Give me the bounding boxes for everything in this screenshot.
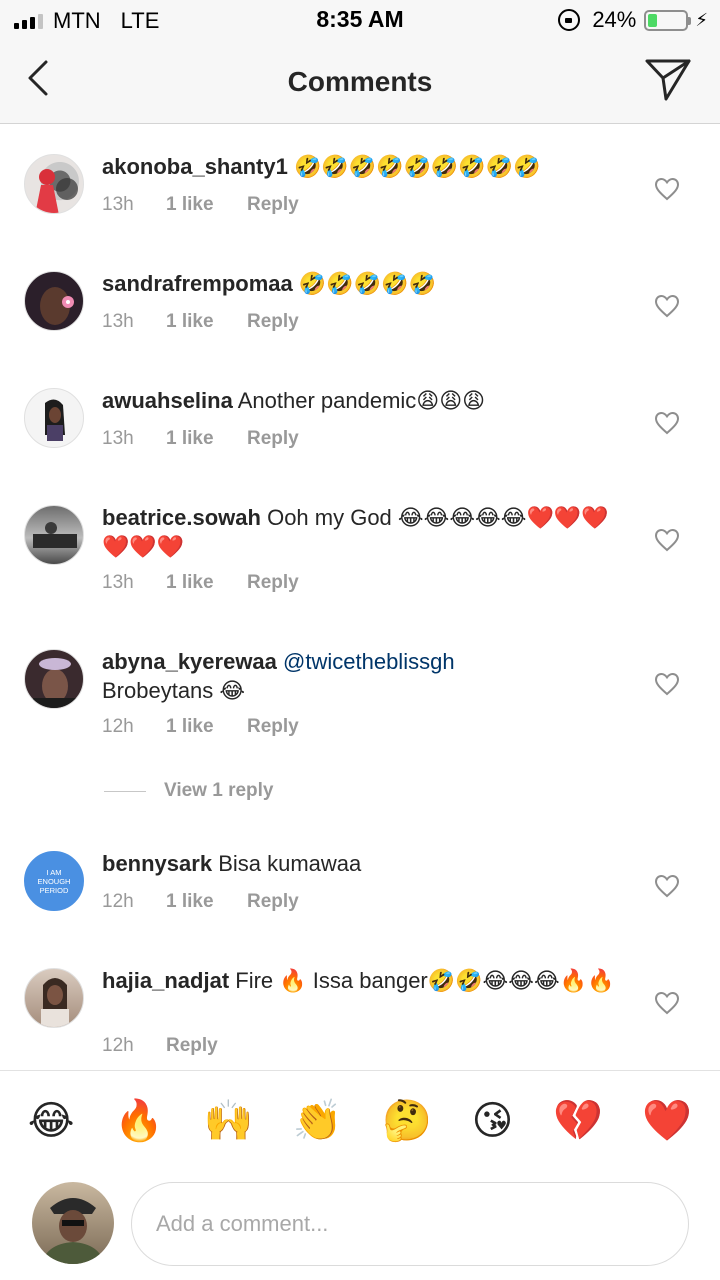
comment-time: 13h xyxy=(102,428,134,449)
comment-mention[interactable]: @twicetheblissgh xyxy=(283,649,455,674)
reply-button[interactable]: Reply xyxy=(247,572,299,594)
comment-content: Bisa kumawaa xyxy=(218,851,362,876)
comment-text: abyna_kyerewaa @twicetheblissgh Brobeytan… xyxy=(102,647,622,705)
comment-likes[interactable]: 1 like xyxy=(166,194,247,216)
heart-icon[interactable] xyxy=(654,991,680,1015)
nav-bar: Comments xyxy=(0,40,720,124)
comment-content: Another pandemic😩😩😩 xyxy=(237,388,486,413)
comment-likes[interactable]: 1 like xyxy=(166,572,247,594)
reply-button[interactable]: Reply xyxy=(166,1035,218,1057)
comment-meta: 13h 1 like Reply xyxy=(102,194,299,216)
avatar-photo xyxy=(41,978,69,1027)
comment-username[interactable]: beatrice.sowah xyxy=(102,505,261,530)
comment-meta: 12h Reply xyxy=(102,1035,218,1057)
comment-text: hajia_nadjat Fire 🔥 Issa banger🤣🤣😂😂😂🔥🔥 xyxy=(102,966,622,995)
comment-time: 13h xyxy=(102,311,134,332)
page-title: Comments xyxy=(287,66,433,97)
status-bar: MTN LTE 8:35 AM 24% ⚡ xyxy=(0,0,720,40)
comment-meta: 12h 1 like Reply xyxy=(102,891,299,913)
comment-text: akonoba_shanty1 🤣🤣🤣🤣🤣🤣🤣🤣🤣 xyxy=(102,152,622,181)
avatar-photo xyxy=(35,169,78,213)
comment-text: bennysark Bisa kumawaa xyxy=(102,849,622,878)
comment-username[interactable]: sandrafrempomaa xyxy=(102,271,293,296)
reply-button[interactable]: Reply xyxy=(247,194,299,216)
replies-divider xyxy=(104,790,146,792)
comment-text: sandrafrempomaa 🤣🤣🤣🤣🤣 xyxy=(102,269,622,298)
battery-icon xyxy=(644,9,692,31)
heart-icon[interactable] xyxy=(654,294,680,318)
emoji-thinking-face-icon[interactable]: 🤔 xyxy=(382,1096,432,1146)
comment-content: Fire 🔥 Issa banger🤣🤣😂😂😂🔥🔥 xyxy=(235,968,615,993)
avatar-text: I AM ENOUGH PERIOD xyxy=(37,867,71,895)
comment-username[interactable]: hajia_nadjat xyxy=(102,968,229,993)
comment-time: 12h xyxy=(102,1035,134,1056)
reply-button[interactable]: Reply xyxy=(247,311,299,333)
comment-time: 12h xyxy=(102,716,134,737)
battery-percentage: 24% xyxy=(592,7,637,32)
heart-icon[interactable] xyxy=(654,874,680,898)
current-user-avatar xyxy=(32,1182,114,1264)
comment-username[interactable]: awuahselina xyxy=(102,388,233,413)
avatar-photo xyxy=(45,399,65,441)
emoji-fire-icon[interactable]: 🔥 xyxy=(114,1096,164,1146)
comment-username[interactable]: akonoba_shanty1 xyxy=(102,154,288,179)
comment-meta: 12h 1 like Reply xyxy=(102,716,299,738)
comment-time: 13h xyxy=(102,572,134,593)
emoji-clapping-hands-icon[interactable]: 👏 xyxy=(293,1096,343,1146)
reply-button[interactable]: Reply xyxy=(247,716,299,738)
view-replies-label: View 1 reply xyxy=(164,780,274,801)
avatar-photo xyxy=(33,522,77,548)
rotation-lock-icon xyxy=(558,9,581,31)
comment-content: 🤣🤣🤣🤣🤣 xyxy=(298,271,436,296)
comment-meta: 13h 1 like Reply xyxy=(102,428,299,450)
avatar-photo xyxy=(33,658,77,708)
emoji-tears-of-joy-icon[interactable]: 😂 xyxy=(28,1096,75,1146)
comment-username[interactable]: bennysark xyxy=(102,851,212,876)
current-user-photo xyxy=(42,1198,104,1264)
emoji-broken-heart-icon[interactable]: 💔 xyxy=(553,1096,603,1146)
view-replies-link[interactable]: View 1 reply xyxy=(104,780,274,802)
comment-content: Brobeytans 😂 xyxy=(102,678,246,703)
battery-fill xyxy=(648,13,657,27)
avatar-photo xyxy=(40,287,74,325)
avatar[interactable] xyxy=(24,968,84,1028)
heart-icon[interactable] xyxy=(654,528,680,552)
status-right: 24% ⚡ xyxy=(558,7,708,33)
comment-content: 🤣🤣🤣🤣🤣🤣🤣🤣🤣 xyxy=(293,154,541,179)
avatar[interactable]: I AM ENOUGH PERIOD xyxy=(24,851,84,911)
avatar[interactable] xyxy=(24,271,84,331)
avatar[interactable] xyxy=(24,154,84,214)
emoji-red-heart-icon[interactable]: ❤️ xyxy=(642,1096,692,1146)
comment-time: 13h xyxy=(102,194,134,215)
comment-likes[interactable]: 1 like xyxy=(166,428,247,450)
avatar[interactable] xyxy=(24,388,84,448)
avatar[interactable] xyxy=(24,505,84,565)
reply-button[interactable]: Reply xyxy=(247,891,299,913)
comment-likes[interactable]: 1 like xyxy=(166,716,247,738)
comment-text: awuahselina Another pandemic😩😩😩 xyxy=(102,386,622,415)
heart-icon[interactable] xyxy=(654,177,680,201)
comment-meta: 13h 1 like Reply xyxy=(102,311,299,333)
emoji-raised-hands-icon[interactable]: 🙌 xyxy=(204,1096,254,1146)
heart-icon[interactable] xyxy=(654,411,680,435)
reply-button[interactable]: Reply xyxy=(247,428,299,450)
comment-username[interactable]: abyna_kyerewaa xyxy=(102,649,277,674)
emoji-kiss-face-icon[interactable]: 😘 xyxy=(472,1096,514,1146)
comment-composer xyxy=(0,1170,720,1280)
send-direct-icon[interactable] xyxy=(644,56,692,102)
comment-input[interactable] xyxy=(131,1182,689,1266)
avatar[interactable] xyxy=(24,649,84,709)
comment-time: 12h xyxy=(102,891,134,912)
charging-icon: ⚡ xyxy=(695,9,708,30)
heart-icon[interactable] xyxy=(654,672,680,696)
comment-meta: 13h 1 like Reply xyxy=(102,572,299,594)
comment-text: beatrice.sowah Ooh my God 😂😂😂😂😂❤️❤️❤️❤️❤… xyxy=(102,503,622,561)
comment-likes[interactable]: 1 like xyxy=(166,311,247,333)
emoji-quick-bar: 😂 🔥 🙌 👏 🤔 😘 💔 ❤️ xyxy=(0,1070,720,1170)
comment-likes[interactable]: 1 like xyxy=(166,891,247,913)
